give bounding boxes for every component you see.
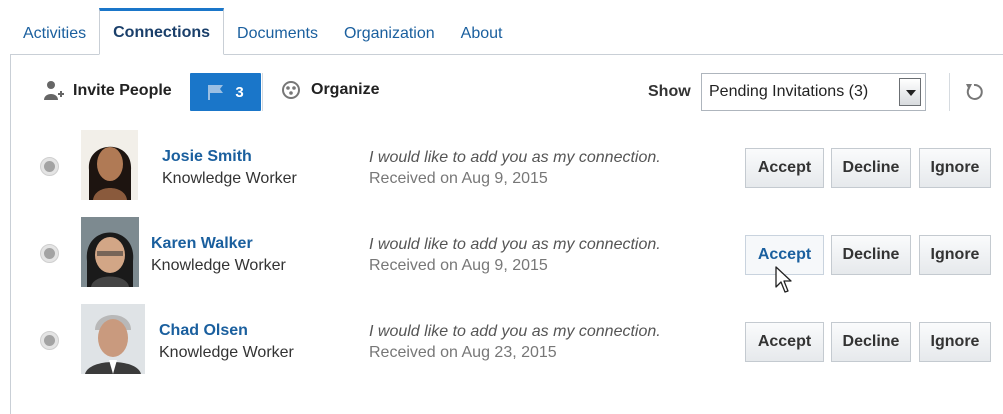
mouse-pointer-icon	[775, 266, 792, 293]
decline-button[interactable]: Decline	[831, 148, 911, 188]
ignore-button[interactable]: Ignore	[919, 148, 991, 188]
ignore-button[interactable]: Ignore	[919, 322, 991, 362]
contact-role: Knowledge Worker	[159, 344, 294, 361]
contact-name[interactable]: Karen Walker	[151, 235, 253, 253]
invite-people-button[interactable]: Invite People	[43, 80, 172, 102]
accept-button[interactable]: Accept	[745, 322, 824, 362]
invite-people-label: Invite People	[73, 82, 172, 99]
received-date: Received on Aug 23, 2015	[369, 344, 557, 361]
tab-activities[interactable]: Activities	[10, 15, 99, 55]
invitation-row: Karen Walker Knowledge Worker I would li…	[11, 217, 1003, 289]
flag-filter-button[interactable]: 3	[190, 73, 261, 111]
organize-label: Organize	[311, 81, 380, 98]
invitation-message: I would like to add you as my connection…	[369, 323, 661, 340]
decline-button[interactable]: Decline	[831, 235, 911, 275]
decline-button[interactable]: Decline	[831, 322, 911, 362]
toolbar-separator	[949, 73, 950, 111]
tab-organization[interactable]: Organization	[331, 15, 448, 55]
flag-count: 3	[235, 83, 244, 101]
refresh-icon[interactable]	[963, 81, 985, 103]
radio-icon[interactable]	[40, 157, 59, 176]
connections-panel: Invite People 3 Organize Show Pending In…	[10, 55, 1003, 414]
organize-icon	[282, 81, 300, 99]
invitation-message: I would like to add you as my connection…	[369, 236, 661, 253]
avatar	[81, 304, 145, 374]
organize-button[interactable]: Organize	[281, 80, 379, 100]
tab-bar: Activities Connections Documents Organiz…	[10, 8, 1003, 55]
contact-name[interactable]: Chad Olsen	[159, 322, 248, 340]
avatar	[81, 130, 138, 200]
ignore-button[interactable]: Ignore	[919, 235, 991, 275]
show-label: Show	[648, 83, 691, 100]
flag-icon	[208, 85, 224, 100]
show-filter-select[interactable]: Pending Invitations (3)	[701, 73, 926, 111]
contact-role: Knowledge Worker	[151, 257, 286, 274]
received-date: Received on Aug 9, 2015	[369, 257, 548, 274]
add-person-icon	[44, 81, 64, 100]
contact-role: Knowledge Worker	[162, 170, 297, 187]
tab-about[interactable]: About	[448, 15, 516, 55]
invitation-row: Chad Olsen Knowledge Worker I would like…	[11, 304, 1003, 376]
contact-name[interactable]: Josie Smith	[162, 148, 252, 166]
tab-documents[interactable]: Documents	[224, 15, 331, 55]
radio-icon[interactable]	[40, 331, 59, 350]
received-date: Received on Aug 9, 2015	[369, 170, 548, 187]
accept-button[interactable]: Accept	[745, 148, 824, 188]
show-filter-value: Pending Invitations (3)	[709, 83, 869, 100]
avatar	[81, 217, 139, 287]
toolbar: Invite People 3 Organize Show Pending In…	[11, 73, 1003, 111]
tab-connections[interactable]: Connections	[99, 8, 225, 55]
invitation-row: Josie Smith Knowledge Worker I would lik…	[11, 130, 1003, 202]
toolbar-separator	[262, 73, 263, 111]
chevron-down-icon[interactable]	[899, 78, 921, 106]
radio-icon[interactable]	[40, 244, 59, 263]
invitation-message: I would like to add you as my connection…	[369, 149, 661, 166]
